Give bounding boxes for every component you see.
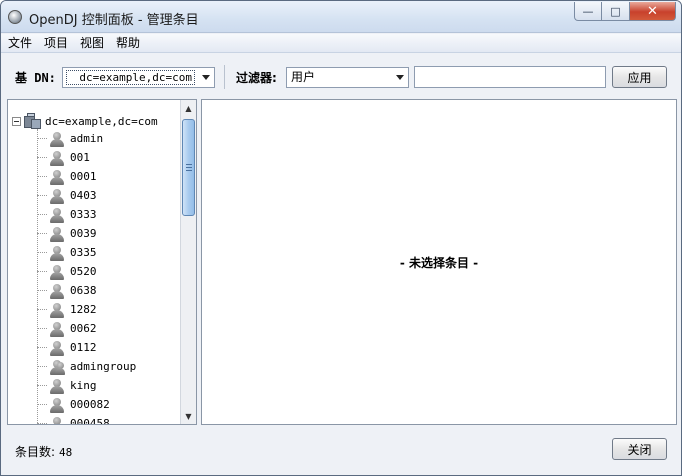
window-title: OpenDJ 控制面板 - 管理条目 [29,13,199,28]
tree-scrollbar[interactable]: ▲ ▼ [180,100,196,424]
tree-entry-label: 0001 [70,170,97,183]
tree-entry[interactable]: 0062 [37,319,97,338]
maximize-button[interactable]: □ [602,2,630,21]
tree-entry[interactable]: 000458 [37,414,110,424]
tree-entry[interactable]: admin [37,129,103,148]
menu-view[interactable]: 视图 [73,34,109,52]
apply-button[interactable]: 应用 [612,66,667,88]
toolbar-divider [224,65,225,89]
menu-file[interactable]: 文件 [1,34,37,52]
minimize-button[interactable]: — [574,2,602,21]
tree-entry[interactable]: 0112 [37,338,97,357]
close-window-button[interactable]: ✕ [630,2,676,21]
opendj-app-icon [8,10,22,24]
user-icon [49,397,65,413]
user-icon [49,321,65,337]
entry-tree-panel: dc=example,dc=com admin 001 0001 0403 03… [7,99,197,425]
scroll-up-icon[interactable]: ▲ [181,100,196,116]
main-window: OpenDJ 控制面板 - 管理条目 — □ ✕ 文件 项目 视图 帮助 基 D… [0,0,682,476]
menu-bar: 文件 项目 视图 帮助 [1,34,681,53]
title-bar[interactable]: OpenDJ 控制面板 - 管理条目 — □ ✕ [1,1,681,33]
user-icon [49,283,65,299]
tree-entry-label: 0403 [70,189,97,202]
base-dn-value: dc=example,dc=com [66,70,195,85]
user-icon [49,378,65,394]
user-icon [49,150,65,166]
user-icon [49,131,65,147]
filter-label: 过滤器: [236,71,277,85]
no-selection-message: - 未选择条目 - [399,256,479,270]
tree-entry-label: 000458 [70,417,110,424]
user-icon [49,264,65,280]
entry-count: 条目数: 48 [15,443,72,460]
collapse-icon[interactable] [12,116,21,126]
entry-tree: dc=example,dc=com admin 001 0001 0403 03… [8,100,180,424]
tree-entry-label: admingroup [70,360,137,373]
tree-entry[interactable]: 0333 [37,205,97,224]
chevron-down-icon[interactable] [202,75,210,80]
tree-entry[interactable]: 0001 [37,167,97,186]
tree-entry[interactable]: admingroup [37,357,136,376]
tree-entry-label: 0520 [70,265,97,278]
tree-entry-label: 001 [70,151,90,164]
filter-text-input[interactable] [414,66,606,88]
tree-entry[interactable]: 0403 [37,186,97,205]
menu-entries[interactable]: 项目 [37,34,73,52]
tree-entry-label: 000082 [70,398,110,411]
tree-entry[interactable]: 0638 [37,281,97,300]
scroll-down-icon[interactable]: ▼ [181,408,196,424]
user-icon [49,169,65,185]
chevron-down-icon[interactable] [396,75,404,80]
tree-entry-label: 0039 [70,227,97,240]
tree-entry[interactable]: 000082 [37,395,110,414]
tree-root-label: dc=example,dc=com [45,114,158,128]
user-icon [49,245,65,261]
tree-entry-label: 0112 [70,341,97,354]
menu-help[interactable]: 帮助 [109,34,145,52]
window-controls: — □ ✕ [574,2,676,22]
user-icon [49,302,65,318]
user-icon [49,340,65,356]
tree-entry-label: 0638 [70,284,97,297]
tree-entry-label: 0333 [70,208,97,221]
filter-type-select[interactable]: 用户 [286,67,409,88]
search-toolbar: 基 DN: dc=example,dc=com 过滤器: 用户 应用 [1,54,681,98]
entry-count-value: 48 [59,446,73,459]
tree-entry[interactable]: 0039 [37,224,97,243]
filter-type-value: 用户 [291,70,316,84]
tree-root-node[interactable]: dc=example,dc=com [12,113,158,129]
user-icon [49,207,65,223]
tree-entry-label: 1282 [70,303,97,316]
base-dn-select[interactable]: dc=example,dc=com [62,67,215,88]
scrollbar-thumb[interactable] [182,119,195,216]
tree-entry[interactable]: 1282 [37,300,97,319]
group-icon [49,359,65,375]
tree-entry[interactable]: 001 [37,148,90,167]
tree-entry-label: 0062 [70,322,97,335]
entry-detail-panel: - 未选择条目 - [201,99,677,425]
tree-entry[interactable]: king [37,376,97,395]
directory-root-icon [24,113,42,129]
user-icon [49,416,65,424]
base-dn-label: 基 DN: [15,71,56,85]
tree-entry[interactable]: 0520 [37,262,97,281]
tree-entry-label: admin [70,132,104,145]
user-icon [49,226,65,242]
tree-entry-label: 0335 [70,246,97,259]
user-icon [49,188,65,204]
entry-count-label: 条目数: [15,445,56,459]
tree-entry-label: king [70,379,97,392]
close-button[interactable]: 关闭 [612,438,667,460]
tree-entry[interactable]: 0335 [37,243,97,262]
